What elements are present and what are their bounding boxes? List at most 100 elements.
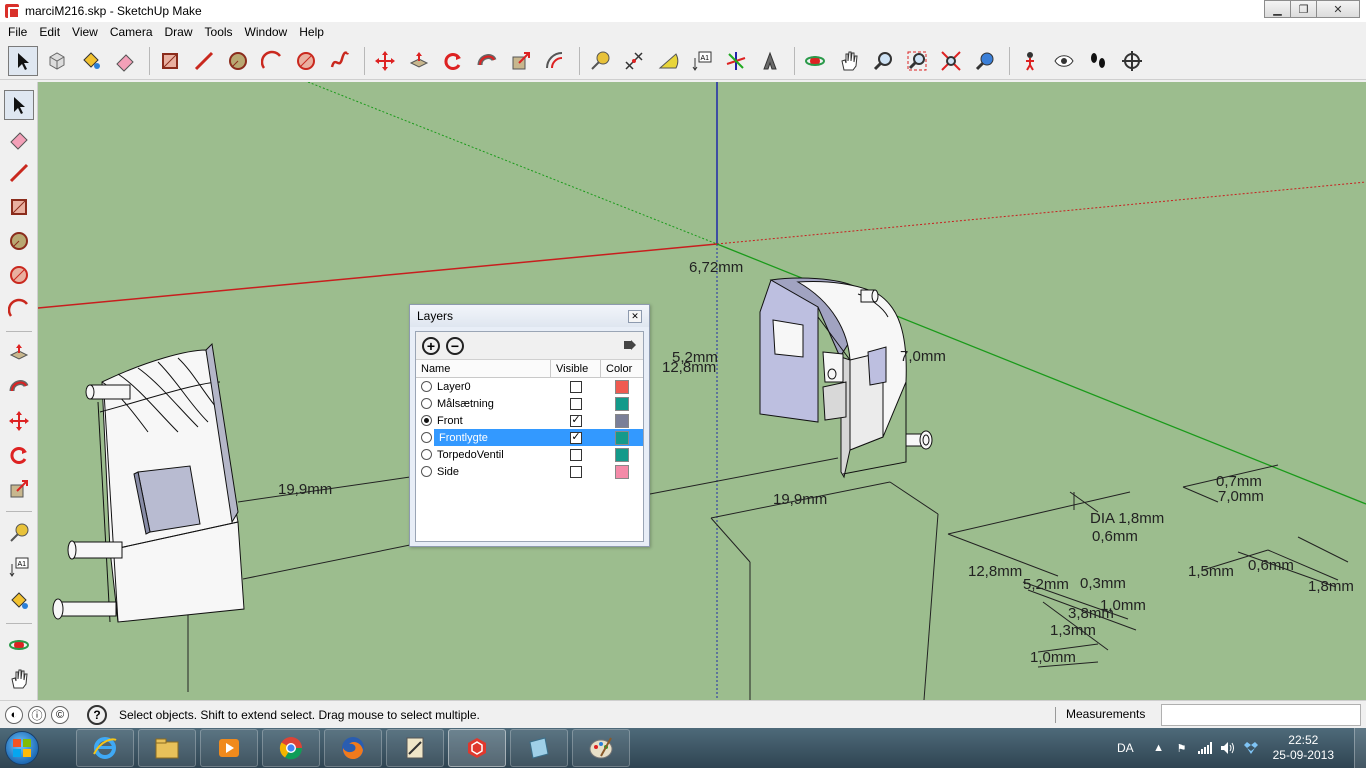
visible-checkbox[interactable] [570,465,582,478]
internet-explorer-icon[interactable] [76,729,134,767]
push-pull-icon[interactable] [404,46,434,76]
network-icon[interactable] [1197,741,1212,755]
axes-icon[interactable] [721,46,751,76]
previous-view-icon[interactable] [970,46,1000,76]
volume-icon[interactable] [1220,741,1235,755]
tool-app-icon[interactable] [386,729,444,767]
remove-layer-icon[interactable]: − [446,336,464,355]
drawing-viewport[interactable]: 6,72mm 5,2mm 12,8mm 7,0mm 19,9mm 19,9mm … [38,82,1366,700]
zoom-window-icon[interactable] [902,46,932,76]
tape-measure-icon[interactable] [4,518,34,548]
rectangle-icon[interactable] [155,46,185,76]
layer-row[interactable]: Målsætning [416,395,643,412]
eraser-icon[interactable] [110,46,140,76]
push-pull-icon[interactable] [4,338,34,368]
visible-checkbox[interactable]: ✓ [570,414,582,427]
visible-checkbox[interactable]: ✓ [570,431,582,444]
tape-measure-icon[interactable] [585,46,615,76]
layer-name[interactable]: Side [437,466,459,478]
menu-draw[interactable]: Draw [159,25,199,39]
show-hidden-icons-icon[interactable]: ▲ [1152,741,1166,755]
paint-bucket-icon[interactable] [4,586,34,616]
clock[interactable]: 22:52 25-09-2013 [1273,733,1334,763]
credits-icon[interactable]: ⓘ [28,705,46,724]
select-icon[interactable] [3,90,34,120]
measurements-input[interactable] [1161,704,1361,726]
layer-row[interactable]: Side [416,463,643,480]
layer-row[interactable]: Frontlygte ✓ [416,429,643,446]
dropbox-icon[interactable] [1243,741,1258,755]
arc-icon[interactable] [257,46,287,76]
polygon-icon[interactable] [4,260,34,290]
zoom-extents-icon[interactable] [936,46,966,76]
look-around-icon[interactable] [1049,46,1079,76]
paint-icon[interactable] [572,729,630,767]
orbit-icon[interactable] [800,46,830,76]
line-icon[interactable] [4,158,34,188]
color-swatch[interactable] [615,430,629,445]
notebook-icon[interactable] [510,729,568,767]
add-layer-icon[interactable]: + [422,336,440,355]
follow-me-icon[interactable] [472,46,502,76]
walk-icon[interactable] [1083,46,1113,76]
firefox-icon[interactable] [324,729,382,767]
orbit-icon[interactable] [4,630,34,660]
language-indicator[interactable]: DA [1117,741,1134,755]
menu-file[interactable]: File [2,25,33,39]
layer-name[interactable]: Layer0 [437,381,471,393]
color-swatch[interactable] [615,396,629,411]
eraser-icon[interactable] [4,124,34,154]
geo-location-icon[interactable]: ◐ [5,705,23,724]
scale-icon[interactable] [4,474,34,504]
follow-me-icon[interactable] [4,372,34,402]
rotate-icon[interactable] [438,46,468,76]
select-icon[interactable] [8,45,38,76]
active-layer-radio[interactable] [421,415,432,426]
make-component-icon[interactable] [42,46,72,76]
layer-name[interactable]: Front [437,415,463,427]
color-swatch[interactable] [615,413,629,428]
color-swatch[interactable] [615,379,629,394]
menu-edit[interactable]: Edit [33,25,66,39]
3d-text-icon[interactable] [755,46,785,76]
minimize-button[interactable]: ▁ [1264,0,1291,18]
pan-icon[interactable] [4,664,34,694]
user-icon[interactable]: © [51,705,69,724]
circle-icon[interactable] [4,226,34,256]
menu-help[interactable]: Help [293,25,330,39]
section-plane-icon[interactable] [1117,46,1147,76]
paint-bucket-icon[interactable] [76,46,106,76]
start-button[interactable] [0,728,44,768]
layer-name[interactable]: Målsætning [437,398,494,410]
media-player-icon[interactable] [200,729,258,767]
visible-checkbox[interactable] [570,397,582,410]
color-swatch[interactable] [615,447,629,462]
close-button[interactable]: ✕ [1316,0,1360,18]
column-name[interactable]: Name [416,360,551,377]
menu-view[interactable]: View [66,25,104,39]
text-icon[interactable]: A1 [4,552,34,582]
visible-checkbox[interactable] [570,448,582,461]
layer-row[interactable]: Front ✓ [416,412,643,429]
menu-tools[interactable]: Tools [199,25,239,39]
rectangle-icon[interactable] [4,192,34,222]
move-icon[interactable] [370,46,400,76]
scale-icon[interactable] [506,46,536,76]
freehand-icon[interactable] [325,46,355,76]
active-layer-radio[interactable] [421,449,432,460]
active-layer-radio[interactable] [421,381,432,392]
layers-dialog-title[interactable]: Layers [410,305,649,327]
protractor-icon[interactable] [653,46,683,76]
chrome-icon[interactable] [262,729,320,767]
visible-checkbox[interactable] [570,380,582,393]
close-icon[interactable]: ✕ [628,310,642,323]
color-swatch[interactable] [615,464,629,479]
position-camera-icon[interactable] [1015,46,1045,76]
offset-icon[interactable] [540,46,570,76]
zoom-icon[interactable] [868,46,898,76]
pan-icon[interactable] [834,46,864,76]
column-visible[interactable]: Visible [551,360,601,377]
dimension-icon[interactable] [619,46,649,76]
active-layer-radio[interactable] [421,466,432,477]
active-layer-radio[interactable] [421,398,432,409]
